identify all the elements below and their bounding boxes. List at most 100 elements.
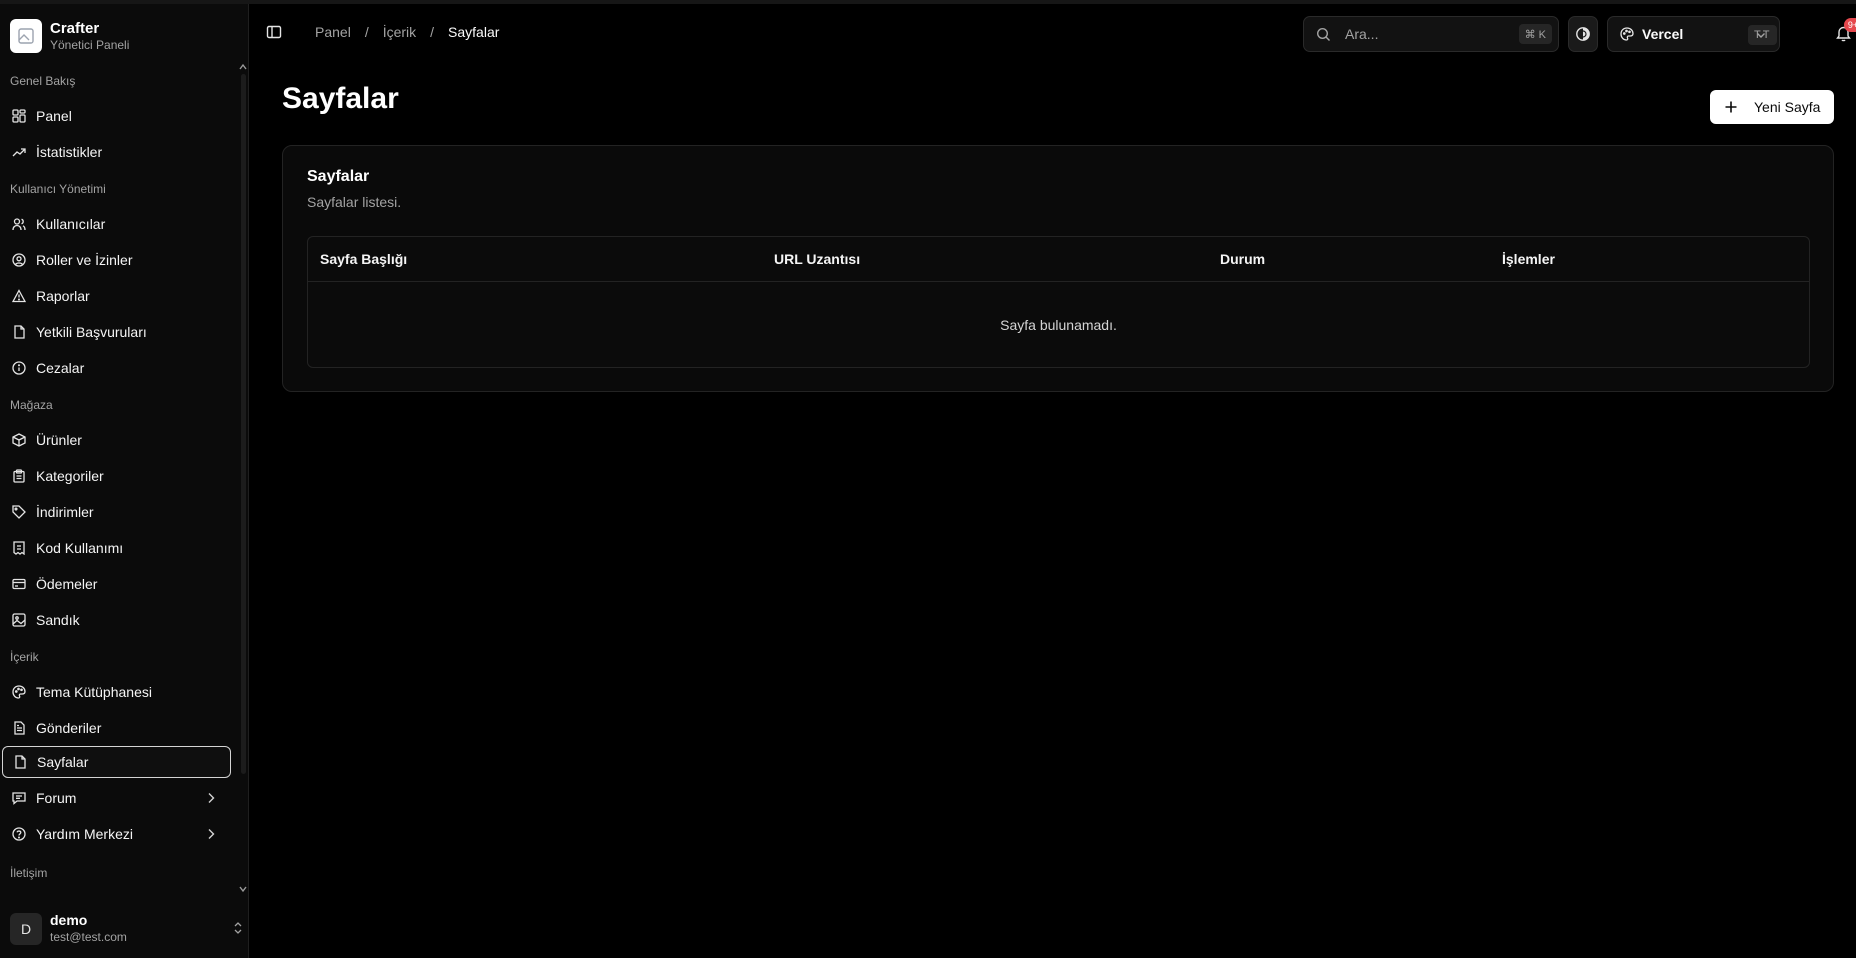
top-header: Panel / İçerik / Sayfalar Ara... ⌘ K Ver…: [250, 4, 1856, 62]
sidebar-scrollbar[interactable]: [241, 74, 246, 774]
card-title: Sayfalar: [307, 168, 370, 185]
sidebar-item-label: Gönderiler: [36, 720, 102, 736]
sidebar-item-label: Roller ve İzinler: [36, 252, 133, 268]
alert-triangle-icon: [11, 288, 27, 304]
clipboard-icon: [11, 468, 27, 484]
sidebar-item-users[interactable]: Kullanıcılar: [2, 208, 231, 240]
chevron-right-icon: [203, 826, 219, 842]
file-text-icon: [11, 720, 27, 736]
sidebar-item-staff-applications[interactable]: Yetkili Başvuruları: [2, 316, 231, 348]
page-title: Sayfalar: [282, 82, 399, 115]
sidebar-item-label: Ödemeler: [36, 576, 98, 592]
sidebar-item-label: Raporlar: [36, 288, 90, 304]
column-header-status: Durum: [1220, 251, 1266, 267]
brand[interactable]: Crafter Yönetici Paneli: [10, 16, 129, 56]
brand-name: Crafter: [50, 19, 100, 37]
sidebar-item-penalties[interactable]: Cezalar: [2, 352, 231, 384]
sidebar-item-code-usage[interactable]: Kod Kullanımı: [2, 532, 231, 564]
tag-icon: [11, 504, 27, 520]
group-label-content: İçerik: [10, 650, 39, 664]
sidebar-item-products[interactable]: Ürünler: [2, 424, 231, 456]
breadcrumb: Panel / İçerik / Sayfalar: [315, 24, 499, 40]
group-label-store: Mağaza: [10, 398, 53, 412]
chevron-right-icon: [203, 790, 219, 806]
sidebar-item-panel[interactable]: Panel: [2, 100, 231, 132]
sidebar-item-posts[interactable]: Gönderiler: [2, 712, 231, 744]
sidebar-item-label: Kod Kullanımı: [36, 540, 124, 556]
sidebar-item-label: İndirimler: [36, 504, 94, 520]
sidebar-item-statistics[interactable]: İstatistikler: [2, 136, 231, 168]
breadcrumb-separator: /: [430, 24, 435, 40]
sidebar-item-chest[interactable]: Sandık: [2, 604, 231, 636]
theme-name: Vercel: [1642, 26, 1684, 42]
sidebar-item-pages[interactable]: Sayfalar: [2, 746, 231, 778]
column-header-page-title: Sayfa Başlığı: [320, 251, 408, 267]
breadcrumb-current: Sayfalar: [448, 24, 500, 40]
sidebar-item-theme-library[interactable]: Tema Kütüphanesi: [2, 676, 231, 708]
notification-badge: 9+: [1844, 18, 1856, 32]
brand-subtitle: Yönetici Paneli: [50, 37, 130, 52]
sidebar-item-help-center[interactable]: Yardım Merkezi: [2, 818, 231, 850]
table-header: Sayfa Başlığı URL Uzantısı Durum İşlemle…: [308, 237, 1809, 282]
search-placeholder: Ara...: [1345, 26, 1379, 42]
sidebar-item-label: Panel: [36, 108, 72, 124]
sidebar-item-categories[interactable]: Kategoriler: [2, 460, 231, 492]
user-circle-icon: [11, 252, 27, 268]
sidebar-item-roles[interactable]: Roller ve İzinler: [2, 244, 231, 276]
column-header-url-slug: URL Uzantısı: [774, 251, 861, 267]
sidebar-item-label: Kullanıcılar: [36, 216, 106, 232]
sidebar-toggle-icon[interactable]: [266, 24, 284, 42]
sidebar-item-label: Forum: [36, 790, 77, 806]
theme-select[interactable]: Vercel TT: [1607, 16, 1780, 52]
plus-icon: [1724, 100, 1738, 114]
sidebar: Crafter Yönetici Paneli Genel Bakış Pane…: [0, 4, 249, 958]
trending-up-icon: [11, 144, 27, 160]
sidebar-item-label: Sayfalar: [37, 754, 89, 770]
sidebar-item-forum[interactable]: Forum: [2, 782, 231, 814]
breadcrumb-panel[interactable]: Panel: [315, 24, 351, 40]
group-label-communication: İletişim: [10, 866, 48, 880]
sidebar-item-discounts[interactable]: İndirimler: [2, 496, 231, 528]
sidebar-nav: Genel Bakış Panel İstatistikler Kullanıc…: [0, 60, 240, 898]
file-icon: [11, 324, 27, 340]
image-icon: [11, 612, 27, 628]
pages-table: Sayfa Başlığı URL Uzantısı Durum İşlemle…: [307, 236, 1810, 368]
file-icon: [12, 754, 28, 770]
sidebar-item-reports[interactable]: Raporlar: [2, 280, 231, 312]
search-input[interactable]: Ara... ⌘ K: [1303, 16, 1559, 52]
new-page-button-label: Yeni Sayfa: [1754, 99, 1821, 115]
group-label-user-management: Kullanıcı Yönetimi: [10, 182, 106, 196]
search-shortcut: ⌘ K: [1518, 24, 1552, 44]
user-name: demo: [50, 912, 88, 928]
sidebar-item-payments[interactable]: Ödemeler: [2, 568, 231, 600]
column-header-actions: İşlemler: [1502, 251, 1555, 267]
info-icon: [11, 360, 27, 376]
palette-icon: [1620, 27, 1634, 41]
new-page-button[interactable]: Yeni Sayfa: [1710, 90, 1834, 124]
user-email: test@test.com: [50, 930, 127, 944]
brand-logo: [10, 19, 42, 53]
empty-state-message: Sayfa bulunamadı.: [1000, 317, 1117, 333]
chevrons-up-down-icon: [230, 920, 246, 936]
sidebar-item-label: İstatistikler: [36, 144, 103, 160]
sidebar-item-label: Sandık: [36, 612, 80, 628]
card-description: Sayfalar listesi.: [307, 194, 402, 210]
contrast-icon: [1575, 26, 1591, 42]
users-icon: [11, 216, 27, 232]
pages-card: Sayfalar Sayfalar listesi. Sayfa Başlığı…: [282, 145, 1834, 392]
sidebar-item-label: Kategoriler: [36, 468, 104, 484]
help-circle-icon: [11, 826, 27, 842]
sidebar-item-label: Yetkili Başvuruları: [36, 324, 147, 340]
message-square-icon: [11, 790, 27, 806]
sidebar-item-label: Cezalar: [36, 360, 85, 376]
chevron-down-icon: [1755, 29, 1767, 41]
ticket-icon: [11, 540, 27, 556]
user-menu[interactable]: D demo test@test.com: [10, 912, 242, 945]
theme-toggle-button[interactable]: [1568, 16, 1598, 52]
layout-grid-icon: [11, 108, 27, 124]
search-icon: [1316, 27, 1331, 42]
group-label-overview: Genel Bakış: [10, 74, 76, 88]
package-icon: [11, 432, 27, 448]
breadcrumb-content[interactable]: İçerik: [383, 24, 416, 40]
palette-icon: [11, 684, 27, 700]
